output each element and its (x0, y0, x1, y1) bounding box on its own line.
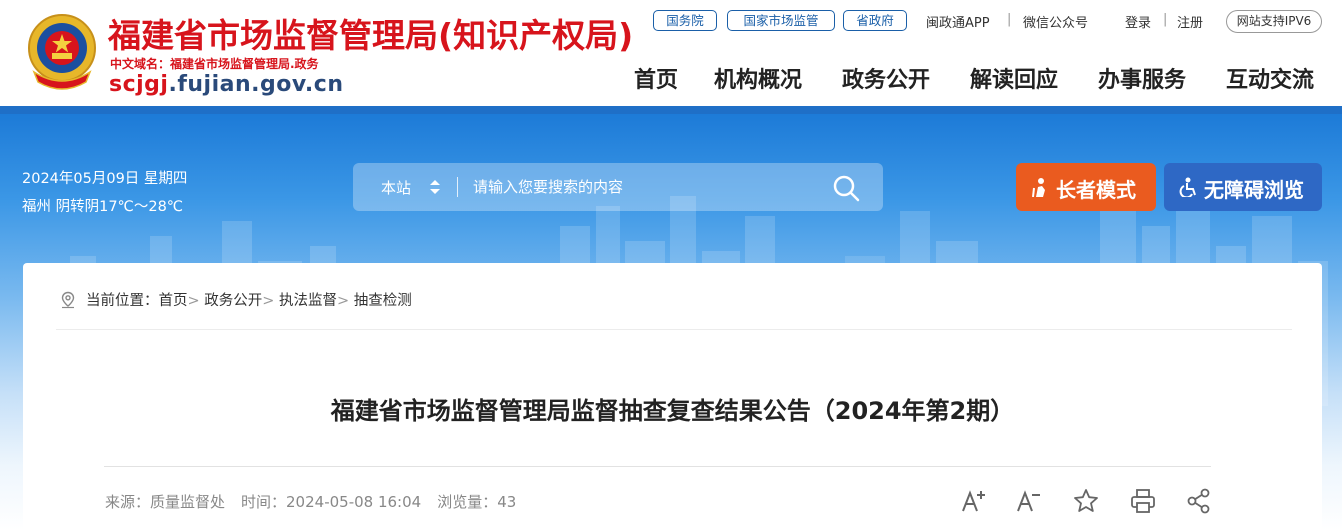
article-card: 当前位置：首页> 政务公开> 执法监督> 抽查检测 福建省市场监督管理局监督抽查… (23, 263, 1322, 530)
nav-home[interactable]: 首页 (634, 62, 678, 94)
link-state-council[interactable]: 国务院 (653, 10, 717, 31)
national-emblem-logo[interactable] (26, 12, 98, 92)
banner-top-band (0, 106, 1342, 114)
article-title: 福建省市场监督管理局监督抽查复查结果公告（2024年第2期） (330, 397, 1015, 425)
link-samr[interactable]: 国家市场监管 (727, 10, 835, 31)
article-source: 来源：质量监督处 (105, 493, 226, 511)
divider: | (1007, 12, 1012, 27)
nav-interaction[interactable]: 互动交流 (1226, 62, 1314, 94)
article-views: 浏览量：43 (437, 493, 517, 511)
site-domain: scjgj.fujian.gov.cn (109, 72, 343, 97)
breadcrumb-divider (56, 329, 1292, 330)
link-wechat[interactable]: 微信公众号 (1023, 12, 1088, 31)
elder-icon (1032, 178, 1045, 197)
weather-info: 福州 阴转阴17℃～28℃ (22, 199, 184, 215)
main-nav: 首页 机构概况 政务公开 解读回应 办事服务 互动交流 (634, 62, 1334, 94)
breadcrumb-separator: > (187, 293, 205, 309)
nav-services[interactable]: 办事服务 (1098, 62, 1186, 94)
link-provincial-gov[interactable]: 省政府 (843, 10, 907, 31)
article-time: 时间：2024-05-08 16:04 (241, 493, 422, 511)
link-login[interactable]: 登录 (1125, 12, 1151, 31)
article-meta: 来源：质量监督处 时间：2024-05-08 16:04 浏览量：43 (105, 491, 532, 512)
accessibility-label: 无障碍浏览 (1204, 178, 1304, 202)
link-register[interactable]: 注册 (1177, 12, 1203, 31)
chinese-domain: 中文域名：福建省市场监督管理局.政务 (110, 57, 319, 71)
elder-mode-button[interactable]: 长者模式 (1016, 163, 1156, 211)
domain-red-part: scjgj (109, 72, 169, 97)
search-bar: 本站 (353, 163, 883, 211)
search-divider (457, 177, 458, 197)
breadcrumb-enforcement[interactable]: 执法监督 (279, 293, 337, 309)
breadcrumb-separator: > (337, 293, 354, 309)
breadcrumb-home[interactable]: 首页 (159, 293, 188, 309)
share-icon[interactable] (1185, 487, 1213, 515)
accessibility-button[interactable]: 无障碍浏览 (1164, 163, 1322, 211)
font-increase-icon[interactable] (960, 487, 988, 515)
site-header: 福建省市场监督管理局(知识产权局) 中文域名：福建省市场监督管理局.政务 scj… (0, 0, 1342, 106)
elder-mode-label: 长者模式 (1056, 178, 1136, 202)
link-mzt-app[interactable]: 闽政通APP (926, 12, 990, 31)
title-divider (104, 466, 1211, 467)
ipv6-badge: 网站支持IPV6 (1226, 10, 1322, 33)
search-input[interactable] (463, 170, 813, 204)
domain-blue-part: .fujian.gov.cn (168, 72, 344, 97)
breadcrumb-inspection[interactable]: 抽查检测 (354, 293, 412, 309)
font-decrease-icon[interactable] (1015, 487, 1043, 515)
breadcrumb-prefix: 当前位置： (86, 293, 159, 309)
nav-gov-affairs[interactable]: 政务公开 (842, 62, 930, 94)
up-down-arrows-icon[interactable] (430, 180, 440, 194)
current-date: 2024年05月09日 星期四 (22, 171, 188, 187)
print-icon[interactable] (1129, 487, 1157, 515)
breadcrumb-gov-affairs[interactable]: 政务公开 (204, 293, 262, 309)
search-icon[interactable] (831, 173, 861, 203)
search-scope-select[interactable]: 本站 (381, 177, 411, 198)
wheelchair-icon (1179, 177, 1196, 197)
nav-interpretation[interactable]: 解读回应 (970, 62, 1058, 94)
breadcrumb-separator: > (262, 293, 280, 309)
nav-about[interactable]: 机构概况 (714, 62, 802, 94)
favorite-star-icon[interactable] (1072, 487, 1100, 515)
divider: | (1163, 12, 1168, 27)
site-title[interactable]: 福建省市场监督管理局(知识产权局) (108, 9, 633, 57)
location-pin-icon (61, 291, 75, 309)
